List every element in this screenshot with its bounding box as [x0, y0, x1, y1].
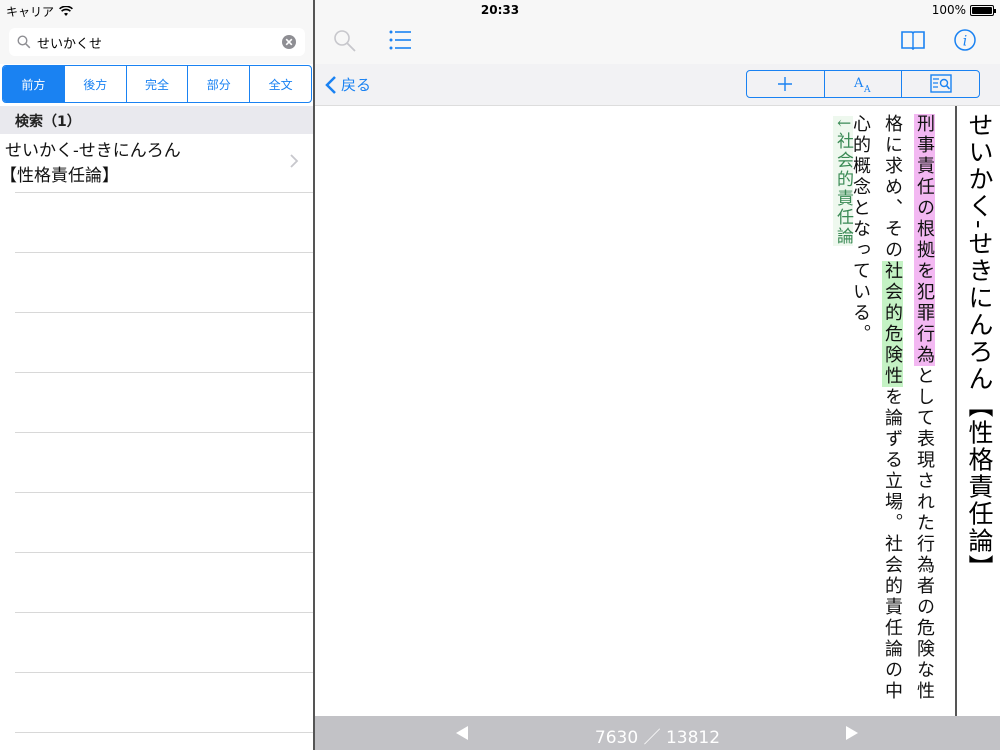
- entry-body: 刑事責任の根拠を犯罪行為として表現された行為者の危険な性格に求め、その社会的危険…: [844, 114, 940, 714]
- search-document-icon: [929, 74, 952, 93]
- result-kanji: 【性格責任論】: [0, 166, 119, 186]
- search-panel: 前方 後方 完全 部分 全文 検索（1） せいかく-せきにんろん 【性格責任論】: [0, 0, 313, 750]
- segment-fulltext[interactable]: 全文: [250, 66, 311, 102]
- empty-row: [15, 613, 313, 673]
- status-bar: キャリア 20:33 100%: [0, 0, 1000, 20]
- svg-text:A: A: [853, 76, 864, 91]
- clear-search-icon[interactable]: [281, 34, 297, 50]
- empty-row: [15, 373, 313, 433]
- split-divider[interactable]: [313, 0, 315, 750]
- book-icon[interactable]: [901, 30, 925, 50]
- cross-reference-text: ↓社会的責任論: [833, 116, 853, 247]
- back-label: 戻る: [341, 76, 372, 94]
- info-icon[interactable]: i: [954, 29, 976, 51]
- segment-exact[interactable]: 完全: [127, 66, 189, 102]
- segment-suffix[interactable]: 後方: [65, 66, 127, 102]
- page-separator: ／: [643, 728, 661, 748]
- result-row-text: せいかく-せきにんろん 【性格責任論】: [0, 139, 181, 189]
- battery-fill: [972, 6, 992, 14]
- empty-row: [15, 673, 313, 733]
- plus-icon: [778, 77, 793, 91]
- segment-prefix[interactable]: 前方: [3, 66, 65, 102]
- svg-text:i: i: [963, 34, 967, 50]
- svg-text:A: A: [863, 85, 871, 93]
- pager-bar: 7630 ／ 13812: [315, 716, 1000, 750]
- segment-partial[interactable]: 部分: [188, 66, 251, 102]
- empty-row: [15, 313, 313, 373]
- list-icon[interactable]: [389, 30, 411, 50]
- search-icon: [17, 35, 31, 49]
- battery-percent: 100%: [931, 3, 966, 17]
- search-in-page-button[interactable]: [902, 71, 979, 97]
- add-bookmark-button[interactable]: [747, 71, 825, 97]
- search-mode-segmented-control: 前方 後方 完全 部分 全文: [2, 65, 312, 103]
- total-pages: 13812: [665, 728, 721, 748]
- empty-row: [15, 193, 313, 253]
- empty-row: [15, 493, 313, 553]
- empty-row: [15, 253, 313, 313]
- detail-panel: i 戻る A A せいかく-せきにんろん【性格責任論】 刑事責任の根拠を犯罪行為…: [315, 0, 1000, 750]
- chevron-left-icon: [325, 75, 336, 94]
- search-box[interactable]: [9, 28, 305, 56]
- detail-actions-group: A A: [746, 70, 980, 98]
- cross-reference-link[interactable]: ↓社会的責任論: [831, 116, 856, 247]
- app-root: キャリア 20:33 100% せいかくせ 前方 後方 完全 部分 全文 検索（…: [0, 0, 1000, 750]
- next-page-icon[interactable]: [845, 725, 859, 741]
- entry-content: せいかく-せきにんろん【性格責任論】 刑事責任の根拠を犯罪行為として表現された行…: [315, 106, 1000, 716]
- current-page: 7630: [594, 728, 639, 748]
- battery-icon: [970, 4, 996, 16]
- page-indicator: 7630 ／ 13812: [315, 723, 1000, 748]
- headword-rule: [955, 106, 957, 716]
- search-icon[interactable]: [333, 29, 357, 53]
- detail-toolbar: 戻る A A: [315, 64, 1000, 106]
- highlight-pink: 刑事責任の根拠を犯罪行為: [914, 114, 935, 366]
- empty-row: [15, 553, 313, 613]
- status-right: 100%: [931, 3, 996, 17]
- back-button[interactable]: 戻る: [325, 74, 371, 95]
- results-list: せいかく-せきにんろん 【性格責任論】: [0, 134, 313, 733]
- font-size-icon: A A: [853, 76, 871, 93]
- result-reading: せいかく-せきにんろん: [5, 141, 181, 161]
- search-input[interactable]: [37, 34, 267, 50]
- entry-headword: せいかく-せきにんろん【性格責任論】: [965, 112, 994, 582]
- status-time: 20:33: [480, 3, 520, 17]
- empty-row: [15, 433, 313, 493]
- highlight-green: 社会的危険性: [882, 261, 903, 387]
- result-row[interactable]: せいかく-せきにんろん 【性格責任論】: [0, 134, 313, 193]
- font-size-button[interactable]: A A: [825, 71, 903, 97]
- results-section-header: 検索（1）: [0, 106, 313, 134]
- chevron-right-icon: [290, 154, 299, 168]
